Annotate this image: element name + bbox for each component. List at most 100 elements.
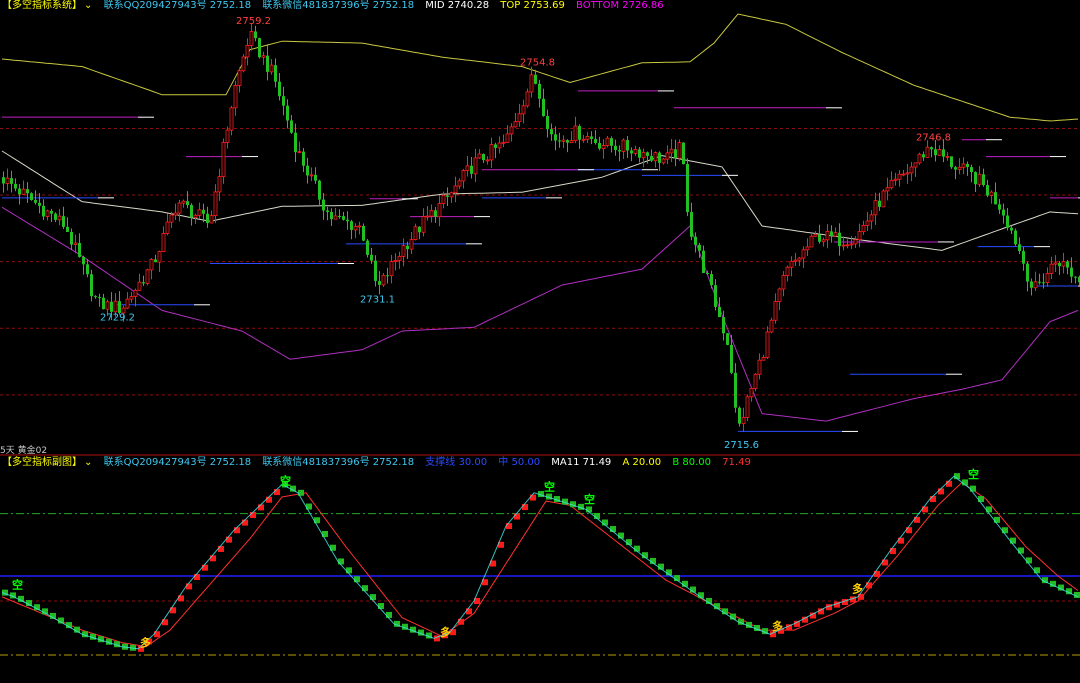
candle-body <box>813 234 818 237</box>
candle-body <box>197 209 202 216</box>
candle-body <box>585 136 590 140</box>
candle-body <box>18 188 21 195</box>
candle-body <box>525 91 530 107</box>
indicator-block <box>346 567 352 574</box>
candle-body <box>922 154 925 158</box>
indicator-block <box>194 574 200 581</box>
candle-body <box>745 396 750 418</box>
candle-body <box>550 129 553 135</box>
mid-value: MID 2740.28 <box>425 0 490 11</box>
indicator-block <box>922 506 928 513</box>
main-indicator-title[interactable]: 【多空指标系统】 <box>2 0 82 11</box>
candle-body <box>381 274 386 286</box>
candle-body <box>961 163 966 168</box>
candle-body <box>113 300 118 313</box>
indicator-block <box>906 527 912 534</box>
candle-body <box>521 105 526 115</box>
candle-body <box>833 232 838 237</box>
candle-body <box>309 174 314 177</box>
signal-marker: 空 <box>12 577 23 591</box>
candle-body <box>825 230 830 241</box>
candle-body <box>665 152 670 160</box>
candle-body <box>614 145 617 151</box>
candle-body <box>473 157 478 175</box>
candle-body <box>994 192 997 205</box>
candle-body <box>425 215 430 218</box>
candle-body <box>465 165 470 171</box>
candle-body <box>346 219 349 222</box>
candle-body <box>206 213 209 223</box>
indicator-block <box>218 545 224 552</box>
candle-body <box>54 213 57 220</box>
candle-body <box>190 205 193 218</box>
candle-body <box>998 204 1001 210</box>
candle-body <box>45 210 50 217</box>
sub-qq-text: 联系QQ209427943号 2752.18 <box>103 457 252 468</box>
sub-chart-header: 【多空指标副图】 ⌄ 联系QQ209427943号 2752.18 联系微信481… <box>2 457 759 469</box>
indicator-block <box>506 523 512 530</box>
sub-indicator-chart[interactable]: 空多空多空空多多空 <box>0 467 1080 656</box>
candle-body <box>509 126 514 135</box>
candle-body <box>209 215 214 224</box>
indicator-block <box>1026 557 1032 564</box>
candle-body <box>909 166 914 174</box>
candle-body <box>282 96 285 106</box>
candle-body <box>881 190 886 208</box>
candle-body <box>626 140 629 151</box>
candle-body <box>441 195 446 204</box>
candle-body <box>357 225 362 228</box>
candle-body <box>658 152 661 163</box>
candle-body <box>177 202 182 214</box>
price-extreme-label: 2759.2 <box>236 16 271 27</box>
candle-body <box>86 264 89 275</box>
chart-stage[interactable]: 2759.22754.82746.82729.22731.12715.6 空多空… <box>0 0 1080 683</box>
candle-body <box>457 180 462 187</box>
candle-body <box>269 64 274 73</box>
sub-indicator-title[interactable]: 【多空指标副图】 <box>2 457 82 468</box>
candle-body <box>621 139 626 152</box>
candle-body <box>1045 272 1050 283</box>
candle-body <box>546 116 549 130</box>
indicator-block <box>370 594 376 601</box>
candle-body <box>1018 244 1021 252</box>
chevron-down-icon[interactable]: ⌄ <box>84 0 92 11</box>
candle-body <box>401 245 406 257</box>
candle-body <box>913 162 918 168</box>
candle-body <box>1061 261 1066 267</box>
candle-body <box>254 31 257 39</box>
indicator-block <box>202 564 208 571</box>
candle-body <box>638 149 641 158</box>
candle-body <box>945 155 950 158</box>
candle-body <box>261 55 266 58</box>
candle-body <box>1030 281 1033 288</box>
indicator-block <box>186 583 192 590</box>
candle-body <box>137 281 142 291</box>
signal-marker: 多 <box>440 625 451 639</box>
main-price-chart[interactable]: 2759.2 2754.8 2746.8 2729.2 2731.1 2715.6 <box>0 13 1080 451</box>
candle-body <box>217 176 222 193</box>
indicator-block <box>522 504 528 511</box>
indicator-block <box>354 576 360 583</box>
candle-body <box>769 319 774 333</box>
candle-body <box>66 226 69 233</box>
indicator-block <box>978 496 984 503</box>
candle-body <box>849 243 854 246</box>
candle-body <box>917 153 922 164</box>
candle-body <box>730 344 733 373</box>
candle-body <box>710 274 713 286</box>
candle-body <box>954 167 957 170</box>
candle-body <box>1053 262 1058 265</box>
candle-body <box>125 298 130 309</box>
candle-body <box>590 136 593 139</box>
candle-body <box>378 281 381 285</box>
candle-body <box>173 212 178 216</box>
indicator-block <box>338 558 344 565</box>
candle-body <box>133 289 138 297</box>
candle-body <box>1010 227 1013 231</box>
indicator-block <box>930 496 936 503</box>
chevron-down-icon[interactable]: ⌄ <box>84 457 92 468</box>
indicator-block <box>890 548 896 555</box>
candle-body <box>110 301 113 312</box>
sub-wechat-text: 联系微信481837396号 2752.18 <box>262 457 415 468</box>
instrument-label: 5天 黄金02 <box>0 446 48 456</box>
